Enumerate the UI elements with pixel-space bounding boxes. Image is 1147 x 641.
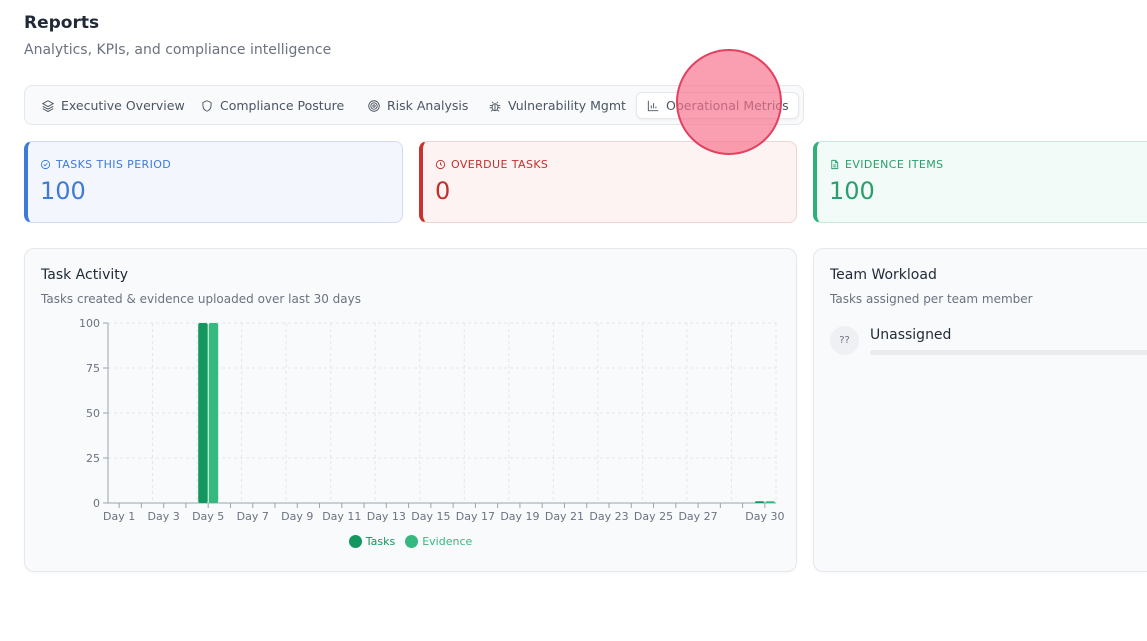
- legend-label: Evidence: [422, 535, 473, 548]
- kpi-tasks-this-period: TASKS THIS PERIOD 100: [24, 141, 403, 223]
- tab-executive-overview[interactable]: Executive Overview: [32, 92, 194, 119]
- x-tick-label: Day 27: [678, 510, 717, 523]
- x-tick-label: Day 7: [237, 510, 269, 523]
- tab-operational-metrics[interactable]: Operational Metrics: [636, 92, 799, 119]
- card-subtitle: Tasks assigned per team member: [830, 292, 1033, 306]
- task-activity-card: Task Activity Tasks created & evidence u…: [24, 248, 797, 572]
- target-icon: [368, 99, 380, 112]
- clock-icon: [435, 159, 446, 170]
- legend-label: Tasks: [365, 535, 396, 548]
- legend-item-evidence[interactable]: Evidence: [405, 535, 472, 548]
- workload-member-row: ?? Unassigned: [830, 326, 1147, 356]
- x-tick-label: Day 23: [589, 510, 628, 523]
- tab-risk-analysis[interactable]: Risk Analysis: [358, 92, 477, 119]
- bar-tasks: [754, 501, 765, 503]
- shield-icon: [202, 99, 212, 112]
- kpi-value: 0: [435, 177, 451, 205]
- team-workload-card: Team Workload Tasks assigned per team me…: [813, 248, 1147, 572]
- x-tick-label: Day 19: [500, 510, 539, 523]
- bar-evidence: [765, 501, 775, 503]
- kpi-evidence-items: EVIDENCE ITEMS 100: [813, 141, 1147, 223]
- bar-chart-icon: [647, 100, 659, 111]
- x-tick-label: Day 17: [456, 510, 495, 523]
- legend-swatch-evidence: [405, 535, 419, 548]
- x-tick-label: Day 3: [148, 510, 180, 523]
- bug-icon: [489, 101, 501, 112]
- y-tick-label: 100: [79, 317, 100, 330]
- x-tick-label: Day 21: [545, 510, 584, 523]
- y-tick-label: 75: [86, 362, 100, 375]
- file-text-icon: [831, 159, 839, 170]
- check-circle-icon: [40, 159, 51, 170]
- tab-vulnerability-mgmt[interactable]: Vulnerability Mgmt: [479, 92, 635, 119]
- x-tick-label: Day 11: [322, 510, 361, 523]
- member-workload-bar: [870, 350, 1147, 355]
- tab-label: Vulnerability Mgmt: [508, 98, 626, 113]
- page-title: Reports: [24, 13, 100, 33]
- avatar: ??: [830, 326, 859, 355]
- x-tick-label: Day 25: [634, 510, 673, 523]
- kpi-overdue-tasks: OVERDUE TASKS 0: [419, 141, 797, 223]
- page-subtitle: Analytics, KPIs, and compliance intellig…: [24, 42, 332, 58]
- kpi-label: OVERDUE TASKS: [451, 158, 549, 171]
- kpi-value: 100: [40, 177, 86, 205]
- kpi-value: 100: [829, 177, 875, 205]
- x-tick-label: Day 13: [367, 510, 406, 523]
- tab-compliance-posture[interactable]: Compliance Posture: [191, 92, 353, 119]
- y-tick-label: 25: [86, 452, 100, 465]
- kpi-label: TASKS THIS PERIOD: [56, 158, 172, 171]
- x-tick-label: Day 5: [192, 510, 224, 523]
- x-tick-label: Day 30: [745, 510, 784, 523]
- y-tick-label: 50: [86, 407, 100, 420]
- y-tick-label: 0: [93, 497, 100, 510]
- legend-item-tasks[interactable]: Tasks: [348, 535, 396, 548]
- tab-label: Executive Overview: [61, 98, 185, 113]
- tab-label: Operational Metrics: [666, 98, 789, 113]
- kpi-label: EVIDENCE ITEMS: [845, 158, 944, 171]
- x-tick-label: Day 1: [103, 510, 135, 523]
- legend-swatch-tasks: [348, 535, 362, 548]
- x-tick-label: Day 9: [281, 510, 313, 523]
- report-tabs: Executive Overview Compliance Posture Ri…: [24, 85, 804, 125]
- bar-evidence: [208, 323, 219, 503]
- x-tick-label: Day 15: [411, 510, 450, 523]
- tab-label: Compliance Posture: [220, 98, 345, 113]
- card-title: Team Workload: [830, 267, 937, 283]
- chart-legend: Tasks Evidence: [25, 535, 796, 548]
- member-name: Unassigned: [870, 327, 952, 343]
- bar-tasks: [198, 323, 208, 503]
- layers-icon: [41, 99, 55, 112]
- task-activity-chart: 0 25 50 75 100 Day 1 Day 3 Day 5 Day 7 Day 9 Day 1…: [79, 317, 784, 523]
- tab-label: Risk Analysis: [387, 98, 469, 113]
